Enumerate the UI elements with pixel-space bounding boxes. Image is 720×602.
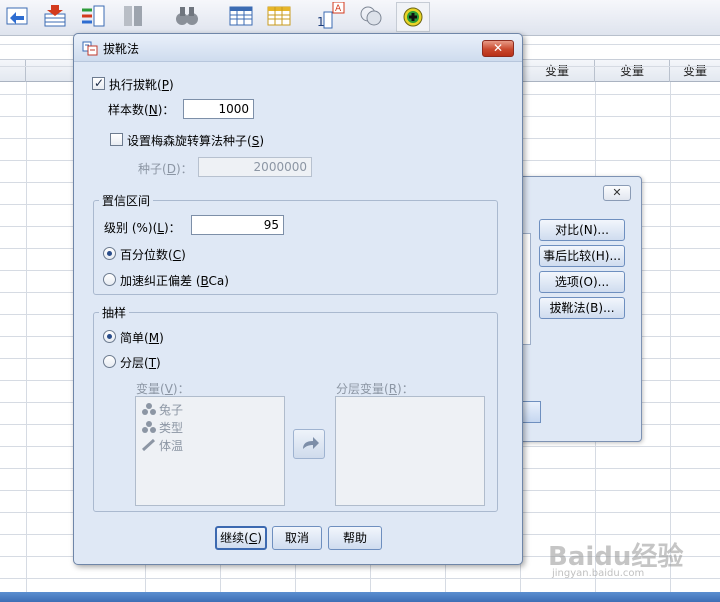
stratified-label[interactable]: 分层(T): [120, 354, 161, 371]
set-seed-checkbox[interactable]: [110, 133, 123, 146]
options-button[interactable]: 选项(O)...: [539, 271, 625, 293]
stratified-radio[interactable]: [103, 355, 116, 368]
bootstrap-button[interactable]: 拔靴法(B)...: [539, 297, 625, 319]
bootstrap-dialog-icon: [82, 40, 98, 56]
value-labels-icon[interactable]: 1A: [316, 2, 346, 30]
dialog-title: 拔靴法: [103, 42, 140, 56]
use-sets-icon[interactable]: [356, 2, 386, 30]
toolbar: 1A: [0, 0, 720, 36]
list-item[interactable]: 兔子: [142, 401, 183, 418]
bca-radio[interactable]: [103, 273, 116, 286]
spell-check-icon[interactable]: [396, 2, 430, 32]
num-samples-label: 样本数(N)：: [108, 103, 175, 117]
dialog-titlebar[interactable]: 拔靴法 ✕: [74, 34, 522, 62]
background-dialog-ok-button[interactable]: [521, 401, 541, 423]
variables-listbox[interactable]: 兔子 类型 体温: [135, 396, 285, 506]
goto-case-icon[interactable]: [40, 2, 70, 30]
insert-cases-icon[interactable]: [226, 2, 256, 30]
bootstrap-dialog: 拔靴法 ✕ ✓ 执行拔靴(P) 样本数(N)： 1000 设置梅森旋转算法种子(…: [73, 33, 523, 565]
svg-text:A: A: [335, 4, 342, 14]
percentile-label[interactable]: 百分位数(C): [120, 246, 186, 263]
continue-button[interactable]: 继续(C): [215, 526, 267, 550]
list-item[interactable]: 类型: [142, 419, 183, 436]
right-arrow-icon: [303, 437, 319, 449]
confidence-interval-legend: 置信区间: [99, 192, 154, 209]
variables-list-label: 变量(V)：: [136, 382, 190, 396]
cancel-button[interactable]: 取消: [272, 526, 322, 550]
strata-variables-listbox[interactable]: [335, 396, 485, 506]
strata-list-label: 分层变量(R)：: [336, 382, 414, 396]
check-mark-icon: ✓: [94, 76, 105, 90]
num-samples-input[interactable]: 1000: [183, 99, 254, 119]
list-item[interactable]: 体温: [141, 437, 183, 454]
watermark-url: jingyan.baidu.com: [552, 568, 645, 579]
recall-dialog-icon[interactable]: [2, 2, 32, 30]
status-bar: [0, 592, 720, 602]
nominal-icon: [142, 403, 156, 415]
contrasts-button[interactable]: 对比(N)...: [539, 219, 625, 241]
background-dialog-close-button[interactable]: ✕: [603, 185, 631, 201]
bca-label[interactable]: 加速纠正偏差 (BCa): [120, 272, 229, 289]
simple-label[interactable]: 简单(M): [120, 329, 164, 346]
simple-radio[interactable]: [103, 330, 116, 343]
post-hoc-button[interactable]: 事后比较(H)...: [539, 245, 625, 267]
level-label: 级别 (%)(L)：: [104, 221, 181, 235]
radio-selected-dot: [107, 251, 112, 256]
dialog-close-button[interactable]: ✕: [482, 40, 514, 57]
set-seed-label[interactable]: 设置梅森旋转算法种子(S): [127, 132, 264, 149]
sampling-legend: 抽样: [99, 304, 130, 321]
variables-icon[interactable]: [118, 2, 148, 30]
seed-input[interactable]: 2000000: [198, 157, 312, 177]
perform-bootstrap-label[interactable]: 执行拔靴(P): [109, 76, 174, 93]
help-button[interactable]: 帮助: [328, 526, 382, 550]
scale-icon: [141, 438, 156, 452]
goto-variable-icon[interactable]: [78, 2, 108, 30]
find-binoculars-icon[interactable]: [172, 2, 202, 30]
seed-label: 种子(D)：: [138, 162, 193, 176]
svg-text:1: 1: [317, 15, 325, 29]
radio-selected-dot: [107, 334, 112, 339]
nominal-icon: [142, 421, 156, 433]
move-to-strata-button[interactable]: [293, 429, 325, 459]
insert-variable-icon[interactable]: [264, 2, 294, 30]
perform-bootstrap-checkbox[interactable]: ✓: [92, 76, 105, 90]
percentile-radio[interactable]: [103, 247, 116, 260]
level-input[interactable]: 95: [191, 215, 284, 235]
